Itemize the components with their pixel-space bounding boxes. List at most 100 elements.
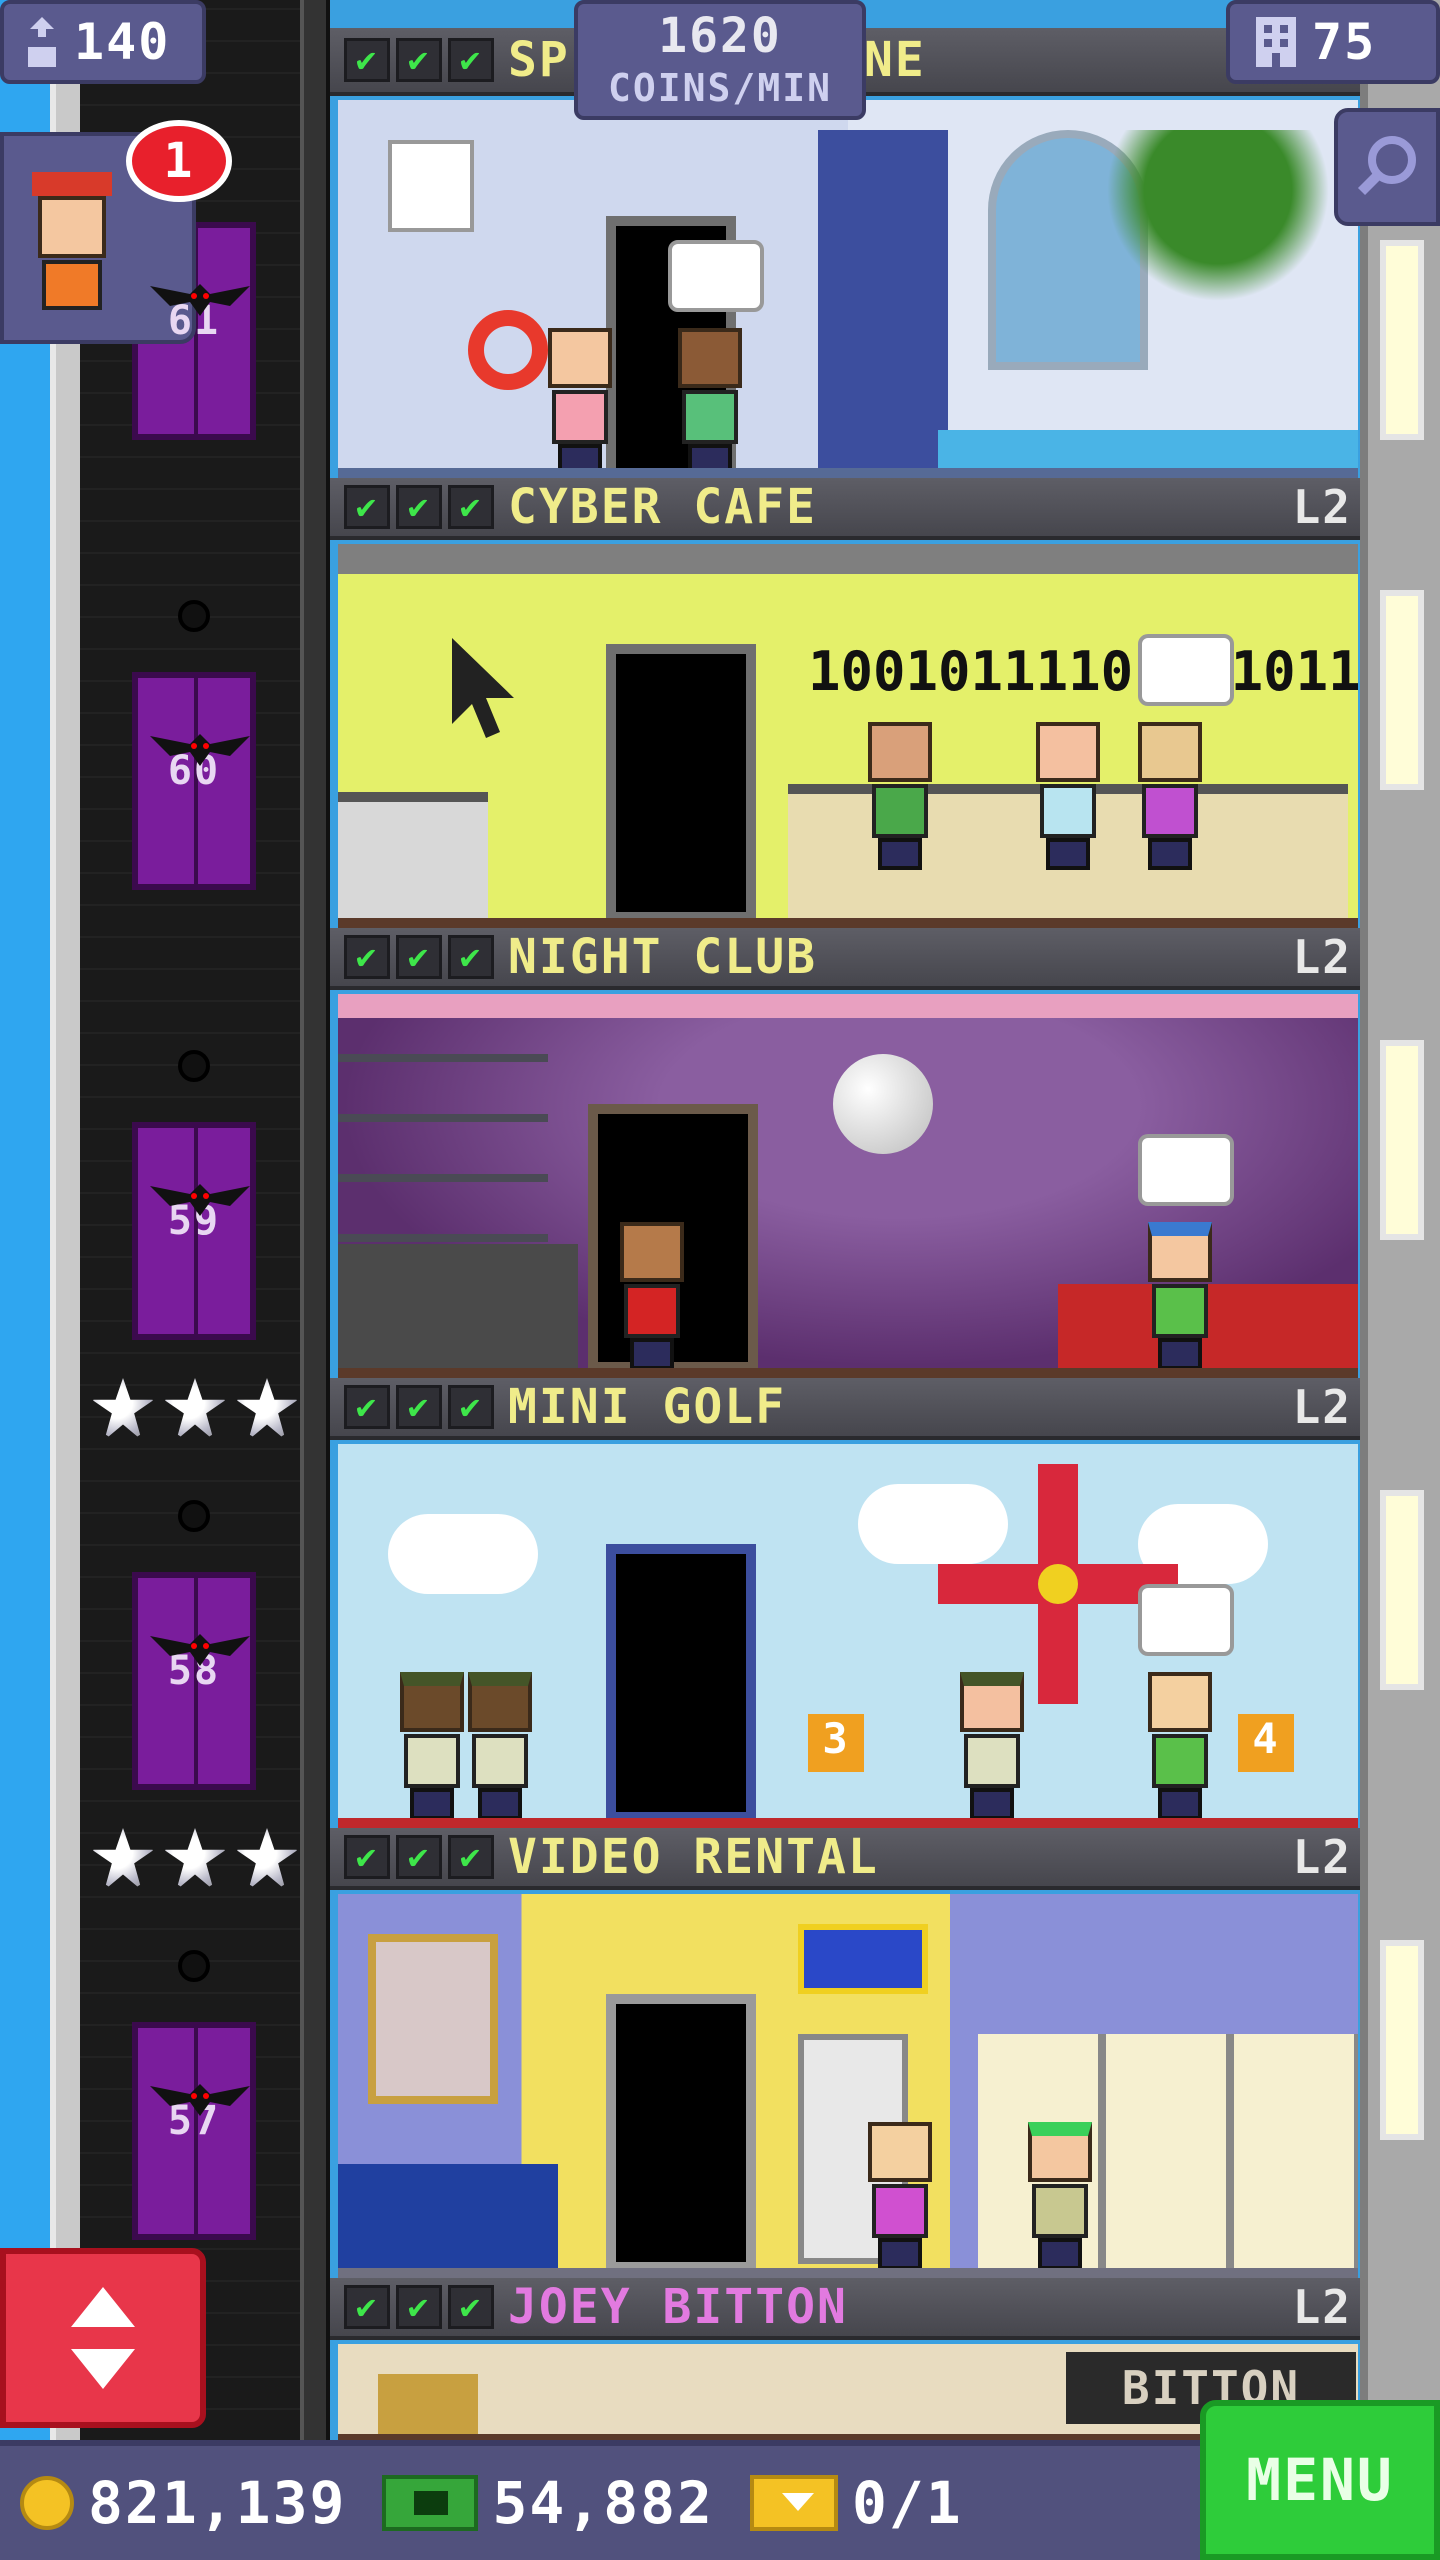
floor-name: VIDEO RENTAL — [508, 1829, 879, 1885]
window — [1380, 590, 1424, 790]
population-counter[interactable]: 140 — [0, 0, 206, 84]
room-interior — [338, 100, 1358, 478]
search-button[interactable] — [1334, 108, 1440, 226]
tickets-resource[interactable]: 0/1 — [749, 2469, 963, 2537]
elevator-door-57[interactable]: 57 — [132, 2022, 256, 2240]
golden-ticket-icon — [749, 2475, 838, 2531]
floor-cyber-cafe[interactable]: ✔ ✔ ✔ CYBER CAFE L2 10010111101011011 — [330, 478, 1360, 928]
thought-bubble[interactable] — [668, 240, 764, 312]
floor-name: SP — [508, 32, 570, 88]
shelf — [378, 2374, 478, 2434]
elevator-indicator — [178, 1950, 210, 1982]
room-interior: 3 4 — [338, 1444, 1358, 1828]
visitor[interactable] — [858, 722, 942, 872]
floor-stars — [92, 1378, 298, 1440]
visitor[interactable] — [858, 2122, 942, 2268]
floor-night-club[interactable]: ✔ ✔ ✔ NIGHT CLUB L2 — [330, 928, 1360, 1378]
floor-mini-golf[interactable]: ✔ ✔ ✔ MINI GOLF L2 3 4 — [330, 1378, 1360, 1828]
ticket-sign — [798, 1924, 928, 1994]
elevator-door-60[interactable]: 60 — [132, 672, 256, 890]
visitor[interactable] — [458, 1672, 542, 1818]
floor-video-rental[interactable]: ✔ ✔ ✔ VIDEO RENTAL L2 — [330, 1828, 1360, 2278]
elevator-rail — [300, 0, 330, 2440]
stock-checks: ✔ ✔ ✔ — [344, 485, 494, 529]
visitor[interactable] — [1138, 1672, 1222, 1818]
room-interior: 10010111101011011 — [338, 544, 1358, 928]
bux-resource[interactable]: 54,882 — [382, 2469, 714, 2537]
floor-name-tail: NE — [864, 32, 926, 88]
windmill-icon — [938, 1464, 1178, 1704]
floor-name: MINI GOLF — [508, 1379, 787, 1435]
hole-sign: 4 — [1238, 1714, 1294, 1772]
thought-bubble[interactable] — [1138, 1584, 1234, 1656]
floor-level: L2 — [1292, 1380, 1352, 1434]
thought-bubble[interactable] — [1138, 634, 1234, 706]
star-icon — [164, 1828, 226, 1890]
floor-header: ✔ ✔ ✔ VIDEO RENTAL L2 — [330, 1828, 1360, 1890]
check-icon: ✔ — [448, 485, 494, 529]
check-icon: ✔ — [344, 935, 390, 979]
disco-ball-icon — [833, 1054, 933, 1154]
elevator-door-58[interactable]: 58 — [132, 1572, 256, 1790]
check-icon: ✔ — [448, 1385, 494, 1429]
life-ring-icon — [468, 310, 548, 390]
floor-stars — [92, 1828, 298, 1890]
coin-icon — [20, 2476, 74, 2530]
ceiling — [338, 544, 1358, 574]
floor-header: ✔ ✔ ✔ NIGHT CLUB L2 — [330, 928, 1360, 990]
star-icon — [236, 1828, 298, 1890]
bar-counter — [338, 1244, 578, 1368]
window — [1380, 1040, 1424, 1240]
visitor[interactable] — [1138, 1222, 1222, 1368]
window — [1380, 1940, 1424, 2140]
stock-checks: ✔ ✔ ✔ — [344, 2285, 494, 2329]
room-interior — [338, 994, 1358, 1378]
bat-icon — [150, 284, 250, 316]
floor-header: ✔ ✔ ✔ MINI GOLF L2 — [330, 1378, 1360, 1440]
window — [1380, 240, 1424, 440]
floor-header: ✔ ✔ ✔ JOEY BITTON L2 — [330, 2278, 1360, 2340]
visitor[interactable] — [1026, 722, 1110, 872]
floor-count-button[interactable]: 75 — [1226, 0, 1440, 84]
check-icon: ✔ — [344, 1835, 390, 1879]
building-left-wall — [50, 0, 80, 2440]
person-up-icon — [28, 17, 56, 67]
visitor[interactable] — [668, 328, 752, 468]
star-icon — [92, 1828, 154, 1890]
cursor-icon — [452, 638, 514, 738]
check-icon: ✔ — [344, 2285, 390, 2329]
star-icon — [236, 1378, 298, 1440]
room-door — [606, 1994, 756, 2268]
coins-resource[interactable]: 821,139 — [20, 2469, 346, 2537]
wall-panel — [818, 130, 948, 468]
neon-strip — [338, 994, 1358, 1018]
visitor[interactable] — [538, 328, 622, 468]
stock-checks: ✔ ✔ ✔ — [344, 1835, 494, 1879]
menu-button[interactable]: MENU — [1200, 2400, 1440, 2560]
elevator-button[interactable] — [0, 2248, 206, 2428]
check-icon: ✔ — [448, 38, 494, 82]
check-icon: ✔ — [396, 485, 442, 529]
visitor[interactable] — [950, 1672, 1034, 1818]
counter — [338, 792, 488, 918]
cloud — [388, 1514, 538, 1594]
visitor-avatar — [32, 172, 112, 332]
visitor[interactable] — [1018, 2122, 1102, 2268]
floor-count-value: 75 — [1312, 13, 1377, 71]
notification-badge: 1 — [126, 120, 232, 202]
bar-shelves — [338, 1054, 548, 1254]
check-icon: ✔ — [344, 1385, 390, 1429]
visitor[interactable] — [610, 1222, 694, 1368]
stock-checks: ✔ ✔ ✔ — [344, 935, 494, 979]
floor-level: L2 — [1292, 480, 1352, 534]
floor-name: CYBER CAFE — [508, 479, 817, 535]
star-icon — [164, 1378, 226, 1440]
floor-level: L2 — [1292, 930, 1352, 984]
elevator-door-59[interactable]: 59 — [132, 1122, 256, 1340]
thought-bubble[interactable] — [1138, 1134, 1234, 1206]
visitor[interactable] — [1128, 722, 1212, 872]
star-icon — [92, 1378, 154, 1440]
room-door — [606, 644, 756, 918]
bat-icon — [150, 734, 250, 766]
elevator-indicator — [178, 600, 210, 632]
